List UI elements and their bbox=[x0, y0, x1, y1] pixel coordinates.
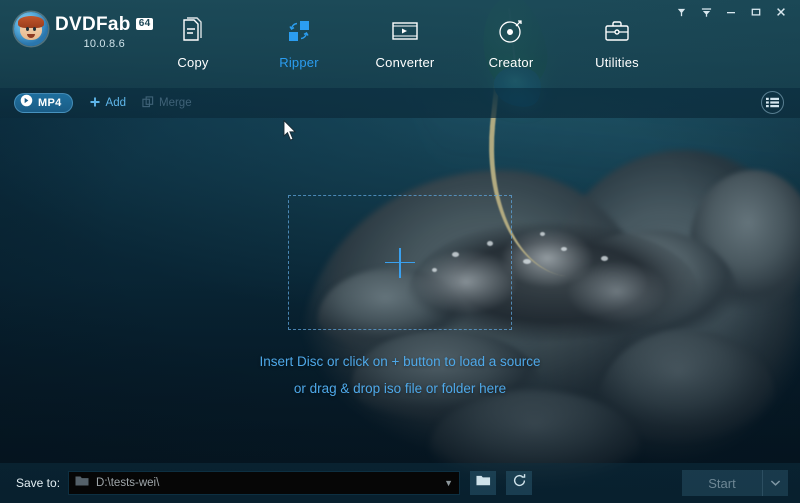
refresh-icon bbox=[512, 473, 527, 493]
maximize-icon[interactable] bbox=[745, 3, 767, 21]
nav-item-copy[interactable]: Copy bbox=[140, 16, 246, 70]
copy-icon bbox=[181, 16, 205, 46]
ripper-toolbar: MP4 Add Merge bbox=[0, 88, 800, 118]
nav-label-creator: Creator bbox=[488, 55, 534, 70]
profile-button[interactable]: MP4 bbox=[14, 93, 73, 113]
chevron-down-icon[interactable]: ▼ bbox=[444, 478, 453, 488]
app-version: 10.0.8.6 bbox=[83, 38, 125, 50]
nav-label-copy: Copy bbox=[177, 55, 209, 70]
mascot-icon bbox=[14, 12, 48, 46]
minimize-to-tray-icon[interactable] bbox=[695, 3, 717, 21]
minimize-icon[interactable] bbox=[720, 3, 742, 21]
add-button[interactable]: Add bbox=[89, 96, 126, 111]
close-icon[interactable] bbox=[770, 3, 792, 21]
merge-button: Merge bbox=[142, 95, 192, 111]
utilities-icon bbox=[604, 16, 630, 46]
browse-folder-button[interactable] bbox=[470, 471, 497, 495]
ripper-icon bbox=[286, 16, 312, 46]
nav-item-converter[interactable]: Converter bbox=[352, 16, 458, 70]
bottom-bar: Save to: D:\tests-wei\ ▼ Start bbox=[0, 463, 800, 503]
converter-icon bbox=[391, 16, 419, 46]
logo-title: DVDFab bbox=[55, 14, 131, 35]
profile-arrow-icon bbox=[20, 94, 33, 112]
folder-open-icon bbox=[476, 474, 491, 492]
output-path-field[interactable]: D:\tests-wei\ ▼ bbox=[68, 471, 461, 495]
profile-label: MP4 bbox=[38, 97, 62, 109]
window-controls bbox=[670, 3, 792, 21]
pin-down-icon[interactable] bbox=[670, 3, 692, 21]
nav-item-utilities[interactable]: Utilities bbox=[564, 16, 670, 70]
nav-item-creator[interactable]: Creator bbox=[458, 16, 564, 70]
merge-label: Merge bbox=[159, 97, 192, 109]
merge-icon bbox=[142, 95, 154, 111]
dvdfab-window: DVDFab 64 10.0.8.6 Copy Ripper Converter… bbox=[0, 0, 800, 503]
nav-label-converter: Converter bbox=[375, 55, 435, 70]
refresh-button[interactable] bbox=[506, 471, 533, 495]
creator-icon bbox=[497, 16, 525, 46]
nav-label-utilities: Utilities bbox=[595, 55, 639, 70]
start-button-group[interactable]: Start bbox=[682, 470, 788, 496]
chevron-down-icon[interactable] bbox=[762, 470, 788, 496]
save-to-label: Save to: bbox=[16, 476, 61, 490]
nav-label-ripper: Ripper bbox=[279, 55, 319, 70]
output-path-value: D:\tests-wei\ bbox=[96, 477, 160, 489]
start-button[interactable]: Start bbox=[682, 470, 762, 496]
folder-icon bbox=[75, 474, 89, 492]
plus-icon bbox=[385, 247, 415, 278]
main-nav: Copy Ripper Converter Creator Utilities bbox=[140, 16, 670, 70]
plus-icon bbox=[89, 96, 101, 111]
app-header: DVDFab 64 10.0.8.6 Copy Ripper Converter… bbox=[0, 0, 800, 88]
source-dropzone[interactable] bbox=[288, 195, 512, 330]
list-menu-icon[interactable] bbox=[761, 91, 784, 114]
add-label: Add bbox=[105, 97, 126, 109]
app-logo: DVDFab 64 10.0.8.6 bbox=[14, 12, 154, 50]
nav-item-ripper[interactable]: Ripper bbox=[246, 16, 352, 70]
